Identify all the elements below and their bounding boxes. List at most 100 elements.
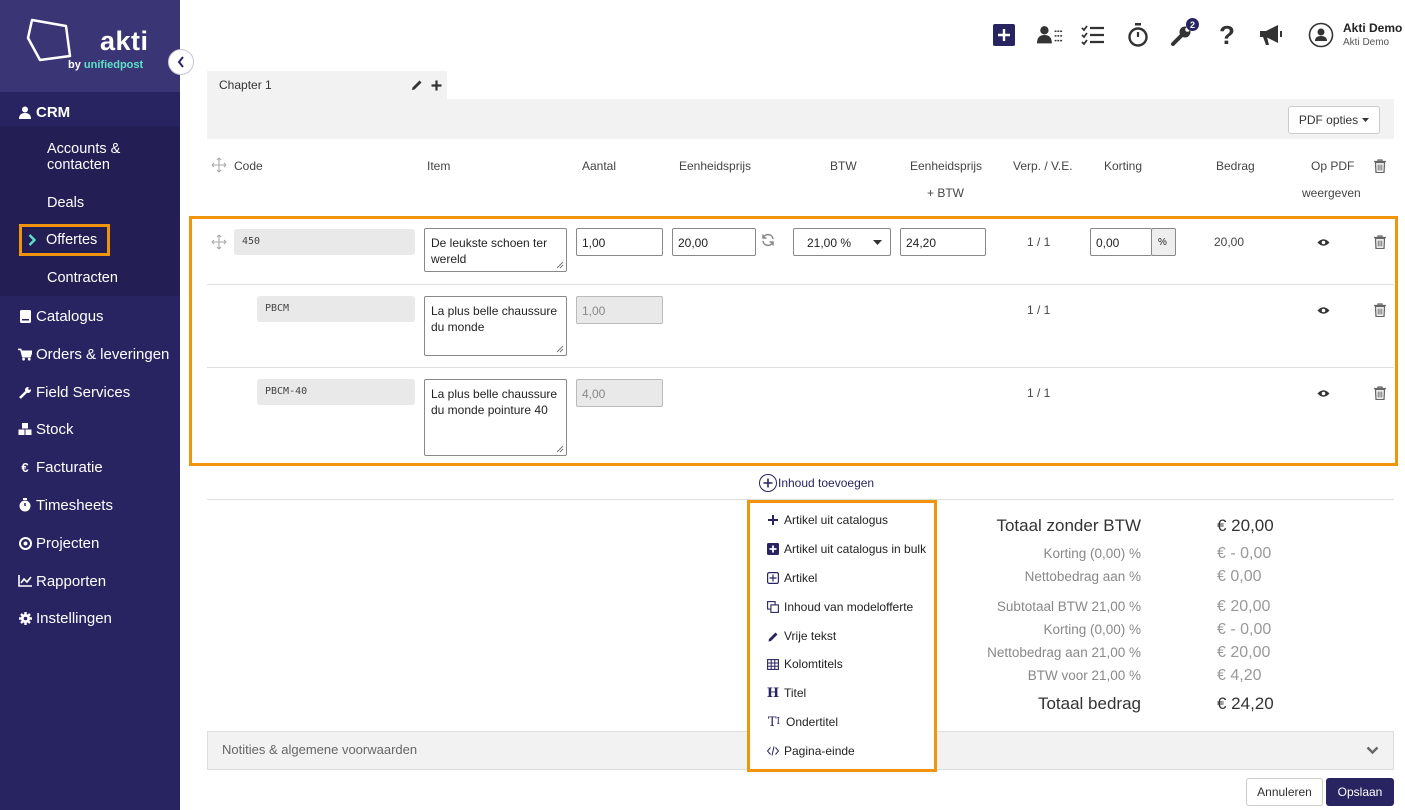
delete-row-button[interactable] [1373,302,1387,317]
sidebar-item-label: Catalogus [36,307,104,325]
chapter-toolbar [207,99,1394,139]
sidebar-item-crm[interactable]: CRM [0,100,180,124]
totals-label: Nettobedrag aan 21,00 % [987,645,1141,660]
move-all-icon [211,157,227,173]
drag-handle-icon[interactable] [211,234,227,250]
delete-row-button[interactable] [1373,385,1387,400]
target-icon [18,536,32,550]
korting-input[interactable]: 0,00 [1090,228,1152,256]
book-icon [18,309,32,323]
caret-down-icon [873,240,882,245]
sidebar-item-label: Facturatie [36,458,103,476]
line-chart-icon [18,574,32,588]
sidebar-item-catalogus[interactable]: Catalogus [0,304,180,328]
sidebar-item-label: CRM [36,103,71,121]
add-chapter-button[interactable] [430,79,443,92]
menu-item-ondertitel[interactable]: TI Ondertitel [767,715,838,730]
heading-icon: H [766,685,780,701]
save-button[interactable]: Opslaan [1326,778,1394,806]
sidebar-item-instellingen[interactable]: Instellingen [0,606,180,630]
logo-area: akti by unifiedpost [0,0,180,92]
add-content-button[interactable]: Inhoud toevoegen [759,474,874,492]
resize-grip-icon[interactable] [556,445,564,453]
sidebar-item-label: Rapporten [36,572,107,590]
akti-logo-icon [26,18,72,62]
menu-item-pagina-einde[interactable]: Pagina-einde [767,744,855,758]
code-field[interactable]: PBCM-40 [257,379,415,405]
plus-icon [431,80,442,91]
tools-button[interactable]: 2 [1169,18,1199,48]
recalculate-button[interactable] [761,233,775,247]
sidebar-item-deals[interactable]: Deals [47,195,84,211]
code-field[interactable]: PBCM [257,296,415,322]
sidebar-item-accounts[interactable]: Accounts & contacten [47,141,120,173]
btw-select[interactable]: 21,00 % [793,228,891,256]
avatar[interactable] [1307,21,1335,49]
resize-grip-icon[interactable] [556,345,564,353]
col-verp: Verp. / V.E. [1013,159,1073,173]
sidebar-item-offertes[interactable]: Offertes [19,224,110,256]
cancel-button[interactable]: Annuleren [1246,778,1323,806]
menu-item-kolomtitels[interactable]: Kolomtitels [767,657,843,671]
eenheidsprijs-input[interactable]: 20,00 [672,228,756,256]
add-button[interactable] [991,22,1017,48]
eye-icon [1317,389,1329,397]
sidebar-item-projecten[interactable]: Projecten [0,531,180,555]
timer-button[interactable] [1125,22,1151,48]
totals-label: Nettobedrag aan % [1024,569,1141,584]
menu-item-artikel-bulk[interactable]: Artikel uit catalogus in bulk [767,542,926,556]
user-name[interactable]: Akti Demo [1343,21,1402,35]
announcements-button[interactable] [1258,22,1284,48]
totals-label: Korting (0,00) % [1043,622,1141,637]
delete-all-button[interactable] [1373,158,1387,173]
item-description-textarea[interactable]: La plus belle chaussure du monde [424,296,567,356]
pencil-icon [767,630,779,642]
col-eenheidsprijs-btw: Eenheidsprijs [910,159,983,173]
sidebar-item-label: Stock [36,420,74,438]
totals-value: € 20,00 [1217,644,1271,661]
collapse-sidebar-button[interactable] [168,49,194,75]
pencil-icon [412,80,422,90]
menu-item-modelofferte[interactable]: Inhoud van modelofferte [767,600,913,614]
menu-item-artikel[interactable]: Artikel [767,571,817,585]
item-description-textarea[interactable]: La plus belle chaussure du monde pointure… [424,379,567,456]
item-description-textarea[interactable]: De leukste schoen ter wereld [424,228,567,272]
eenheidsprijs-btw-input[interactable]: 24,20 [900,228,986,256]
eye-icon [1317,306,1329,314]
chapter-title: Chapter 1 [219,78,272,92]
sidebar-item-label: Field Services [36,383,131,401]
sidebar-item-stock[interactable]: Stock [0,417,180,441]
sidebar-item-rapporten[interactable]: Rapporten [0,569,180,593]
delete-row-button[interactable] [1373,234,1387,249]
code-field[interactable]: 450 [234,229,415,255]
cubes-icon [18,422,32,436]
sidebar-item-facturatie[interactable]: € Facturatie [0,455,180,479]
menu-item-vrije-tekst[interactable]: Vrije tekst [767,629,836,643]
help-button[interactable]: ? [1214,20,1240,50]
tasks-button[interactable] [1080,22,1106,48]
aantal-input[interactable]: 1,00 [576,228,663,256]
edit-chapter-button[interactable] [410,78,424,92]
user-circle-icon [1308,22,1334,48]
plus-circle-icon [759,474,777,492]
trash-icon [1374,302,1386,317]
sidebar-item-label: Timesheets [36,496,113,514]
add-content-menu: Artikel uit catalogus Artikel uit catalo… [747,500,937,772]
cart-icon [18,347,32,361]
plus-square-icon [993,24,1015,46]
show-on-pdf-toggle[interactable] [1316,304,1330,316]
sidebar-item-contracten[interactable]: Contracten [47,270,118,286]
menu-item-titel[interactable]: H Titel [766,685,806,701]
totals-value: € 0,00 [1217,568,1262,585]
resize-grip-icon[interactable] [556,261,564,269]
korting-unit: % [1151,228,1176,256]
sidebar-item-field-services[interactable]: Field Services [0,380,180,404]
pdf-options-button[interactable]: PDF opties [1288,106,1380,134]
show-on-pdf-toggle[interactable] [1316,236,1330,248]
show-on-pdf-toggle[interactable] [1316,387,1330,399]
contacts-button[interactable] [1037,22,1063,48]
aantal-input: 4,00 [576,379,663,407]
menu-item-artikel-uit-catalogus[interactable]: Artikel uit catalogus [767,513,888,527]
sidebar-item-timesheets[interactable]: Timesheets [0,493,180,517]
sidebar-item-orders[interactable]: Orders & leveringen [0,342,180,366]
